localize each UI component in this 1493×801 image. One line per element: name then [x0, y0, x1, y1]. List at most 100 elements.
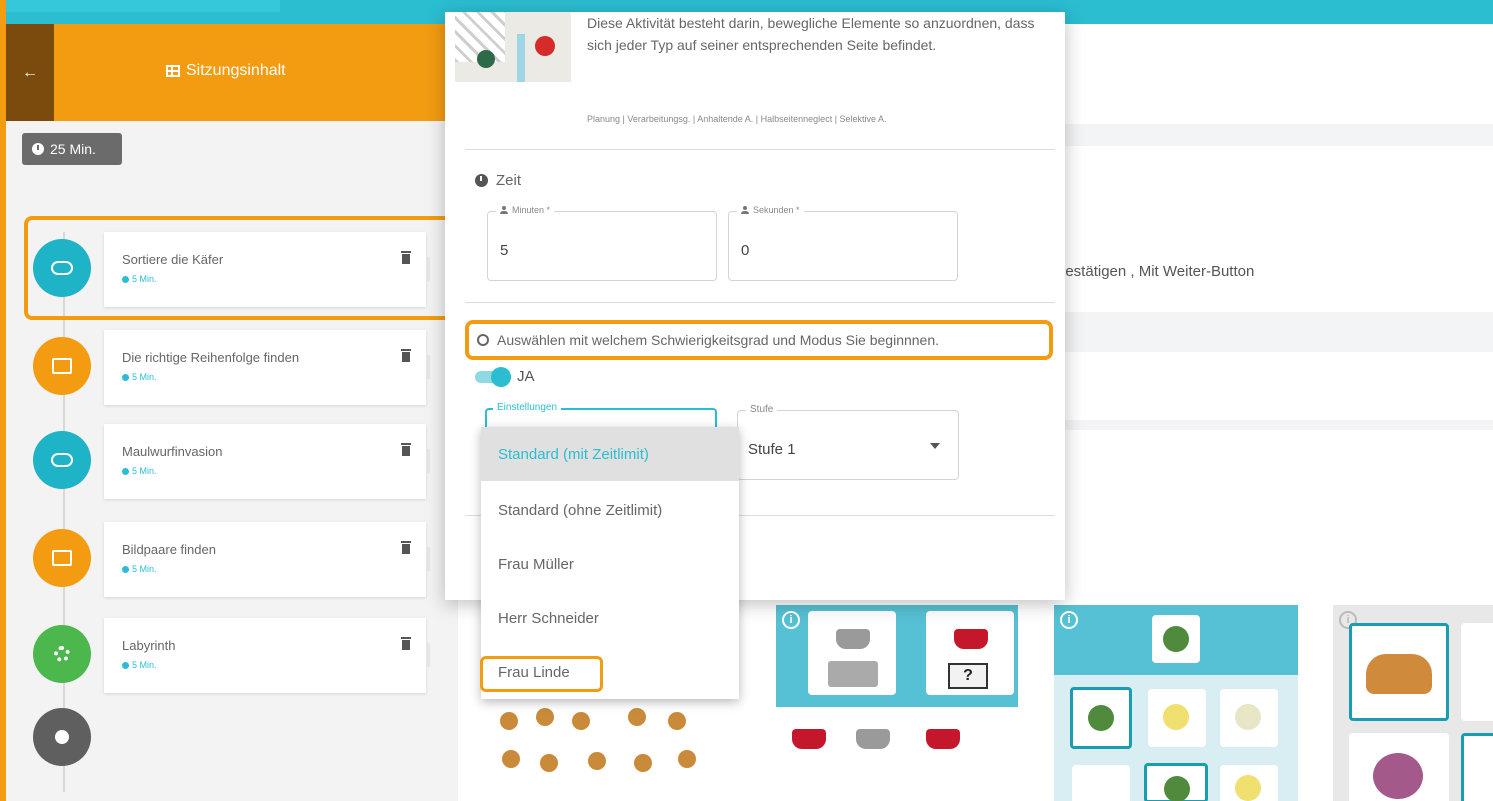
- clock-icon: [122, 373, 129, 381]
- seconds-value[interactable]: 0: [741, 242, 749, 259]
- dropdown-option[interactable]: Standard (ohne Zeitlimit): [481, 483, 739, 537]
- seconds-label: Sekunden *: [737, 205, 804, 215]
- total-duration-badge: 25 Min.: [22, 133, 122, 165]
- history-icon: [477, 334, 489, 346]
- level-select[interactable]: Stufe Stufe 1: [737, 404, 959, 480]
- difficulty-toggle[interactable]: [475, 367, 511, 387]
- confirm-mode-text: bestätigen , Mit Weiter-Button: [1057, 263, 1255, 280]
- plate-tile[interactable]: [1148, 689, 1206, 747]
- back-button[interactable]: ←: [6, 24, 54, 121]
- level-select-value: Stufe 1: [748, 441, 796, 458]
- activity-tags: Planung | Verarbeitungsg. | Anhaltende A…: [587, 114, 887, 124]
- total-duration-text: 25 Min.: [50, 141, 96, 157]
- divider: [465, 302, 1055, 303]
- question-mark: ?: [948, 663, 988, 689]
- activity-title: Die richtige Reihenfolge finden: [122, 350, 300, 365]
- target-plate-tile: [1152, 615, 1200, 663]
- activity-item[interactable]: Maulwurfinvasion 5 Min.: [0, 420, 452, 500]
- drag-handle[interactable]: [426, 547, 430, 571]
- plate-tile[interactable]: [1070, 687, 1132, 749]
- info-icon[interactable]: i: [1060, 611, 1078, 629]
- time-section-label: Zeit: [496, 172, 522, 189]
- activity-thumbnail-food[interactable]: i: [1333, 605, 1493, 801]
- clock-icon: [122, 467, 129, 475]
- food-tile[interactable]: [1461, 733, 1493, 801]
- dropdown-option[interactable]: Herr Schneider: [481, 591, 739, 645]
- minutes-value[interactable]: 5: [500, 242, 508, 259]
- choose-difficulty-text: Auswählen mit welchem Schwierigkeitsgrad…: [497, 332, 940, 348]
- highlight-first-activity: [24, 216, 455, 320]
- plate-tile[interactable]: [1144, 763, 1208, 801]
- trash-icon[interactable]: [401, 443, 411, 456]
- top-bar-segment: [0, 0, 280, 12]
- activity-title: Bildpaare finden: [122, 542, 216, 557]
- activity-duration: 5 Min.: [122, 372, 157, 382]
- plate-tile[interactable]: [1220, 765, 1278, 801]
- table-icon: [166, 65, 180, 77]
- activity-title: Labyrinth: [122, 638, 176, 653]
- gamepad-icon: [33, 431, 91, 489]
- minutes-label: Minuten *: [496, 205, 555, 215]
- activity-duration: 5 Min.: [122, 564, 157, 574]
- activity-preview-image: [455, 12, 571, 82]
- drag-handle[interactable]: [426, 643, 430, 667]
- activity-title: Maulwurfinvasion: [122, 444, 223, 459]
- trash-icon[interactable]: [401, 637, 411, 650]
- sidebar-title-text: Sitzungsinhalt: [186, 62, 286, 79]
- gears-icon: [33, 625, 91, 683]
- minutes-field[interactable]: Minuten * 5: [487, 205, 717, 281]
- pot-tile: ?: [926, 611, 1014, 695]
- seconds-field[interactable]: Sekunden * 0: [728, 205, 958, 281]
- end-clock-icon: [33, 708, 91, 766]
- activity-card[interactable]: Die richtige Reihenfolge finden 5 Min.: [104, 330, 430, 405]
- chevron-down-icon: [930, 443, 940, 449]
- plate-tile[interactable]: [1220, 689, 1278, 747]
- activity-thumbnail-plates[interactable]: i: [1054, 605, 1298, 801]
- pot-tray: [776, 707, 1018, 801]
- activity-card[interactable]: Bildpaare finden 5 Min.: [104, 522, 430, 597]
- food-tile[interactable]: [1349, 733, 1449, 801]
- clock-icon: [122, 565, 129, 573]
- trash-icon[interactable]: [401, 349, 411, 362]
- person-icon: [500, 206, 508, 214]
- settings-select-label: Einstellungen: [493, 402, 562, 413]
- activity-duration-text: 5 Min.: [132, 564, 157, 574]
- toggle-label: JA: [517, 368, 535, 385]
- level-select-label: Stufe: [746, 404, 778, 415]
- activity-item[interactable]: Bildpaare finden 5 Min.: [0, 518, 452, 598]
- activity-item[interactable]: Labyrinth 5 Min.: [0, 614, 452, 694]
- drag-handle[interactable]: [426, 355, 430, 379]
- trash-icon[interactable]: [401, 541, 411, 554]
- time-section-title: Zeit: [475, 172, 521, 189]
- drag-handle[interactable]: [426, 449, 430, 473]
- activity-item[interactable]: Die richtige Reihenfolge finden 5 Min.: [0, 326, 452, 406]
- dropdown-option[interactable]: Standard (mit Zeitlimit): [481, 427, 739, 481]
- back-arrow-icon: ←: [22, 63, 38, 81]
- choose-difficulty-row: Auswählen mit welchem Schwierigkeitsgrad…: [465, 320, 1053, 360]
- info-icon[interactable]: i: [782, 611, 800, 629]
- activity-duration: 5 Min.: [122, 466, 157, 476]
- pot-tile: [808, 611, 896, 695]
- sidebar-title: Sitzungsinhalt: [166, 62, 286, 80]
- dropdown-option[interactable]: Frau Müller: [481, 537, 739, 591]
- activity-description: Diese Aktivität besteht darin, beweglich…: [587, 15, 1035, 53]
- highlight-frau-linde: [480, 656, 603, 692]
- divider: [465, 149, 1055, 150]
- activity-card[interactable]: Labyrinth 5 Min.: [104, 618, 430, 693]
- plate-tile[interactable]: [1072, 765, 1130, 801]
- clock-icon: [475, 174, 488, 187]
- activity-duration-text: 5 Min.: [132, 372, 157, 382]
- window-icon: [33, 337, 91, 395]
- clock-icon: [32, 143, 44, 155]
- activity-duration-text: 5 Min.: [132, 660, 157, 670]
- activity-duration: 5 Min.: [122, 660, 157, 670]
- sidebar-header: ← Sitzungsinhalt: [6, 24, 458, 121]
- food-tile[interactable]: [1461, 623, 1493, 721]
- activity-duration-text: 5 Min.: [132, 466, 157, 476]
- activity-thumbnail-pots[interactable]: i ?: [776, 605, 1018, 801]
- person-icon: [741, 206, 749, 214]
- food-tile[interactable]: [1349, 623, 1449, 721]
- activity-card[interactable]: Maulwurfinvasion 5 Min.: [104, 424, 430, 499]
- left-edge-accent: [0, 0, 6, 801]
- clock-icon: [122, 661, 129, 669]
